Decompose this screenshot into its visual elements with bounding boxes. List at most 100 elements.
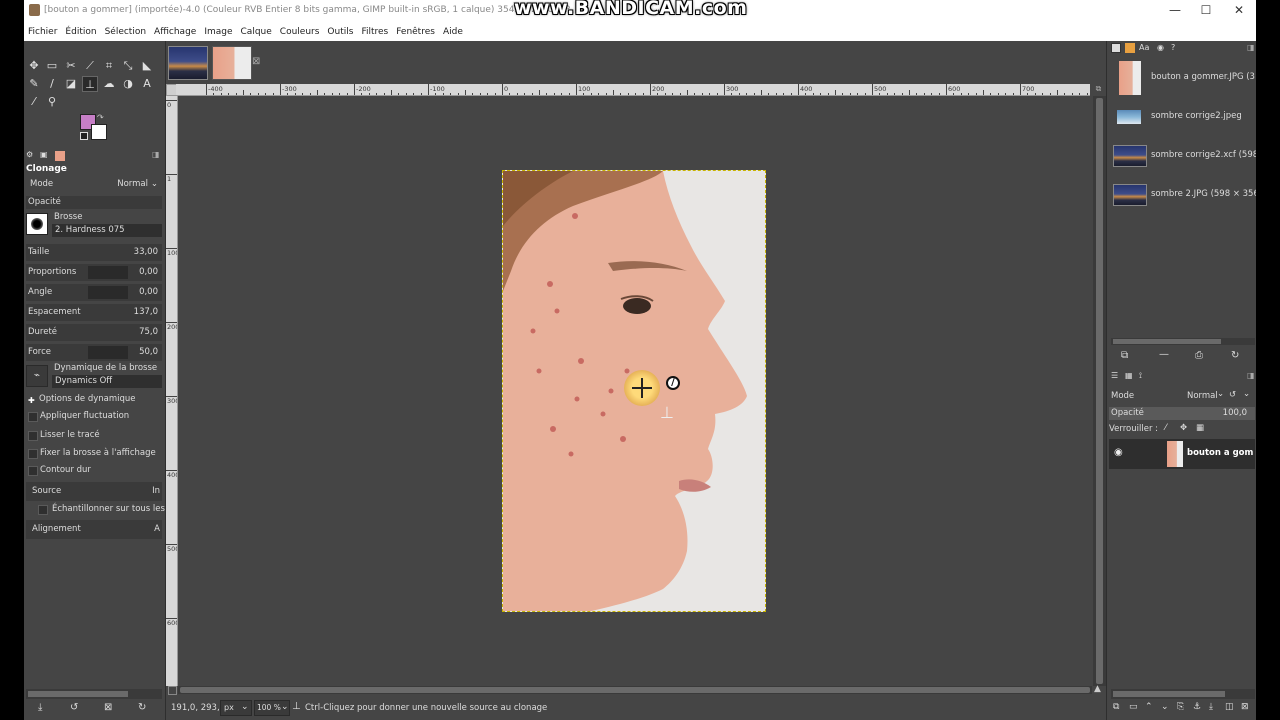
layers-tab-icon[interactable] [1111,43,1121,53]
restore-options-icon[interactable]: ↺ [70,702,78,713]
help-tab-icon[interactable]: ? [1171,43,1175,52]
layers-scrollbar-thumb[interactable] [1113,691,1225,697]
source-value[interactable]: In [152,482,160,501]
expand-icon[interactable]: ✚ [28,396,35,405]
unified-transform-tool-icon[interactable]: ⤡ [120,58,136,74]
dodge-burn-tool-icon[interactable]: ◑ [120,76,136,92]
quick-mask-toggle[interactable] [168,686,177,695]
toolbox-scrollbar[interactable] [26,689,162,699]
zoom-tool-icon[interactable]: ⚲ [44,94,60,110]
zoom-selector[interactable]: 100 % ⌄ [254,700,290,716]
alignment-value[interactable]: A [154,520,160,539]
delete-options-icon[interactable]: ⊠ [104,702,112,713]
remove-image-icon[interactable]: — [1159,349,1169,360]
layers-tab-icon[interactable]: ☰ [1111,371,1118,380]
channels-tab-icon[interactable]: ▦ [1125,371,1133,380]
fonts-tab-icon[interactable]: Aa [1139,43,1149,52]
minimize-button[interactable]: — [1160,0,1190,22]
force-slider[interactable]: Force 50,0 [26,344,162,361]
refresh-images-icon[interactable]: ↻ [1231,350,1239,361]
menu-image[interactable]: Image [200,27,236,37]
bucket-fill-tool-icon[interactable]: ◣ [139,58,155,74]
chevron-down-icon[interactable]: ⌄ [281,702,289,712]
mode-value[interactable]: Normal [117,176,148,193]
raise-layer-icon[interactable]: ⌃ [1145,702,1153,712]
layer-mode-row[interactable]: Mode Normal ⌄ ↺ ⌄ [1111,389,1255,404]
layer-opacity-value[interactable]: 100,0 [1223,407,1247,420]
rect-select-tool-icon[interactable]: ▭ [44,58,60,74]
layer-name[interactable]: bouton a gomm [1187,448,1253,458]
chevron-down-icon[interactable]: ⌄ [1243,389,1250,399]
duplicate-layer-icon[interactable]: ⎘ [1177,702,1184,712]
lock-brush-checkbox[interactable] [28,449,38,459]
pencil-tool-icon[interactable]: / [44,76,60,92]
sample-merged-checkbox[interactable] [38,505,48,515]
size-slider-value[interactable]: 33,00 [134,244,158,261]
save-options-icon[interactable]: ⤓ [38,702,42,713]
menu-outils[interactable]: Outils [323,27,357,37]
chevron-down-icon[interactable]: ⌄ [241,702,249,712]
force-slider-value[interactable]: 50,0 [139,344,158,361]
eye-visibility-icon[interactable]: ◉ [1114,447,1123,458]
hardness-slider[interactable]: Dureté 75,0 [26,324,162,341]
new-group-icon[interactable]: ▭ [1129,702,1138,712]
image-list-item[interactable]: sombre corrige2.xcf (598 [1111,137,1257,175]
brush-name-field[interactable]: 2. Hardness 075 [52,224,162,237]
size-slider[interactable]: Taille 33,00 [26,244,162,261]
images-scrollbar-thumb[interactable] [1113,339,1221,344]
delete-layer-icon[interactable]: ⊠ [1241,702,1249,712]
smooth-stroke-checkbox[interactable] [28,431,38,441]
panel-menu-icon[interactable]: ◨ [1247,43,1255,52]
default-colors-icon[interactable] [80,132,88,140]
unit-selector[interactable]: px ⌄ [220,700,252,716]
angle-slider-value[interactable]: 0,00 [139,284,158,301]
brushes-tab-icon[interactable] [1125,43,1135,53]
anchor-layer-icon[interactable]: ⚓ [1193,702,1201,712]
open-image-icon[interactable]: ⧉ [1121,350,1128,361]
mask-layer-icon[interactable]: ◫ [1225,702,1234,712]
paths-tab-icon[interactable]: ⟟ [1139,371,1142,381]
spacing-slider[interactable]: Espacement 137,0 [26,304,162,321]
menu-couleurs[interactable]: Couleurs [276,27,324,37]
image-list-item[interactable]: bouton a gommer.JPG (3! [1111,59,1257,97]
lock-alpha-icon[interactable]: ▦ [1196,423,1204,433]
menu-aide[interactable]: Aide [439,27,467,37]
reset-options-icon[interactable]: ↻ [138,702,146,713]
hardness-slider-value[interactable]: 75,0 [139,324,158,341]
angle-slider[interactable]: Angle 0,00 [26,284,162,301]
layer-mode-value[interactable]: Normal [1187,391,1218,401]
layers-scrollbar[interactable] [1111,689,1255,699]
navigate-icon[interactable]: ▲ [1094,684,1101,694]
lock-position-icon[interactable]: ✥ [1180,423,1187,433]
crop-tool-icon[interactable]: ⌗ [101,58,117,74]
menu-fichier[interactable]: Fichier [24,27,61,37]
aspect-ratio-slider[interactable]: Proportions 0,00 [26,264,162,281]
horizontal-scrollbar-thumb[interactable] [180,687,1090,693]
image-canvas[interactable]: / ⊥ [178,96,1092,684]
close-tab-icon[interactable]: ⊠ [252,56,260,67]
tool-options-tab-icon[interactable]: ⚙ [26,150,33,159]
menu-calque[interactable]: Calque [237,27,276,37]
source-row[interactable]: Source In [26,482,162,501]
colors-tab-icon[interactable]: ◉ [1157,43,1164,52]
hard-edge-checkbox[interactable] [28,466,38,476]
apply-jitter-checkbox[interactable] [28,412,38,422]
dynamics-options-toggle[interactable]: Options de dynamique [39,394,136,404]
toolbox-scrollbar-thumb[interactable] [28,691,128,697]
move-tool-icon[interactable]: ✥ [26,58,42,74]
chevron-down-icon[interactable]: ⌄ [151,176,158,193]
mode-row[interactable]: Mode Normal ⌄ [26,176,162,193]
aspect-ratio-slider-value[interactable]: 0,00 [139,264,158,281]
vertical-scrollbar[interactable] [1093,96,1106,686]
scissors-tool-icon[interactable]: ✂ [63,58,79,74]
dynamics-field[interactable]: Dynamics Off [52,375,162,388]
image-list-item[interactable]: sombre corrige2.jpeg [1111,98,1257,136]
panel-menu-icon[interactable]: ◨ [1247,371,1255,380]
chevron-down-icon[interactable]: ⌄ [1217,389,1224,399]
dynamics-icon[interactable]: ⌁ [26,365,48,387]
eraser-tool-icon[interactable]: ◪ [63,76,79,92]
menu-selection[interactable]: Sélection [101,27,150,37]
images-scrollbar[interactable] [1111,338,1255,345]
close-button[interactable]: ✕ [1224,0,1254,22]
save-image-icon[interactable]: ⎙ [1195,350,1203,361]
